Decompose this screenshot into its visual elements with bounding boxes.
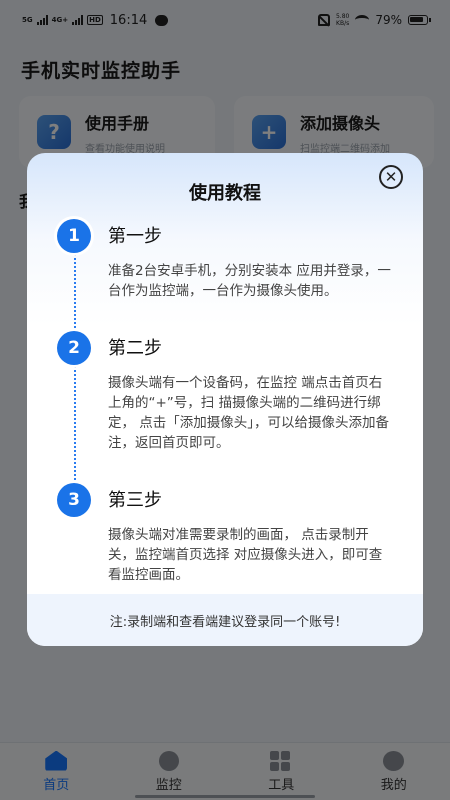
step-title: 第三步 [108,490,162,511]
step-description: 准备2台安卓手机，分别安装本 应用并登录，一台作为监控端，一台作为摄像头使用。 [108,263,391,299]
timeline-connector [74,235,76,495]
step-title: 第一步 [108,226,162,247]
step-title: 第二步 [108,338,162,359]
dialog-title: 使用教程 [189,183,261,204]
step-number-badge: 2 [57,331,91,365]
tutorial-dialog: 使用教程 ✕ 1 第一步 准备2台安卓手机，分别安装本 应用并登录，一台作为监控… [27,153,423,646]
dialog-footer-note: 注:录制端和查看端建议登录同一个账号! [27,594,423,646]
close-icon[interactable]: ✕ [379,165,403,189]
step-description: 摄像头端有一个设备码，在监控 端点击首页右上角的“+”号，扫 描摄像头端的二维码… [108,375,390,451]
step-description: 摄像头端对准需要录制的画面， 点击录制开关，监控端首页选择 对应摄像头进入，即可… [108,527,383,583]
step-number-badge: 3 [57,483,91,517]
step-number-badge: 1 [57,219,91,253]
